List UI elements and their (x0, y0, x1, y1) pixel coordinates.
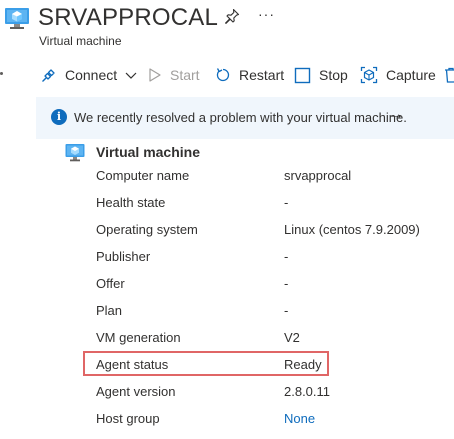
property-value: srvapprocal (284, 168, 352, 183)
start-button[interactable]: Start (148, 60, 200, 90)
connect-label: Connect (65, 67, 118, 83)
property-label: Operating system (96, 222, 198, 237)
stop-icon (294, 67, 311, 83)
property-value: - (284, 195, 289, 210)
restart-label: Restart (239, 67, 285, 83)
pin-icon[interactable] (224, 8, 240, 24)
stop-button[interactable]: Stop (294, 60, 348, 90)
start-label: Start (170, 67, 200, 83)
property-value: - (284, 303, 289, 318)
arrow-right-icon[interactable]: → (388, 106, 404, 124)
property-value: 2.8.0.11 (284, 384, 331, 399)
restart-button[interactable]: Restart (215, 60, 284, 90)
property-value: Linux (centos 7.9.2009) (284, 222, 420, 237)
property-value: - (284, 276, 289, 291)
agent-status-highlight-box (83, 351, 329, 376)
chevron-down-icon (125, 72, 137, 79)
property-label: Offer (96, 276, 125, 291)
capture-button[interactable]: Capture (360, 60, 436, 90)
property-label: Publisher (96, 249, 151, 264)
connect-button[interactable]: Connect (41, 60, 138, 90)
page-subtitle: Virtual machine (39, 34, 122, 48)
section-title: Virtual machine (96, 144, 201, 160)
property-row-computer-name: Computer name srvapprocal (0, 168, 454, 195)
property-label: Agent version (96, 384, 176, 399)
property-value: - (284, 249, 289, 264)
host-group-link[interactable]: None (284, 411, 315, 426)
property-row-offer: Offer - (0, 276, 454, 303)
property-row-agent-version: Agent version 2.8.0.11 (0, 384, 454, 411)
virtual-machine-icon (5, 8, 29, 29)
delete-button[interactable] (444, 60, 454, 90)
virtual-machine-section-icon (65, 144, 85, 162)
stop-label: Stop (319, 67, 348, 83)
notification-banner[interactable]: i We recently resolved a problem with yo… (36, 97, 454, 139)
more-options-button[interactable]: ··· (258, 6, 275, 22)
trash-icon (445, 67, 454, 83)
property-row-plan: Plan - (0, 303, 454, 330)
property-label: Host group (96, 411, 160, 426)
property-label: Plan (96, 303, 123, 318)
capture-icon (360, 66, 378, 84)
property-row-host-group: Host group None (0, 411, 454, 438)
restart-icon (216, 68, 230, 82)
command-bar: Connect Start Restart Stop Capture (0, 60, 454, 90)
property-row-operating-system: Operating system Linux (centos 7.9.2009) (0, 222, 454, 249)
banner-message: We recently resolved a problem with your… (74, 110, 407, 125)
property-row-health-state: Health state - (0, 195, 454, 222)
connect-plug-icon (42, 69, 55, 82)
property-label: Health state (96, 195, 166, 210)
play-icon (149, 68, 161, 82)
info-icon: i (51, 109, 67, 125)
capture-label: Capture (386, 67, 436, 83)
page-title: SRVAPPROCAL (38, 4, 219, 31)
property-label: VM generation (96, 330, 181, 345)
property-value: V2 (284, 330, 300, 345)
property-row-publisher: Publisher - (0, 249, 454, 276)
property-label: Computer name (96, 168, 190, 183)
